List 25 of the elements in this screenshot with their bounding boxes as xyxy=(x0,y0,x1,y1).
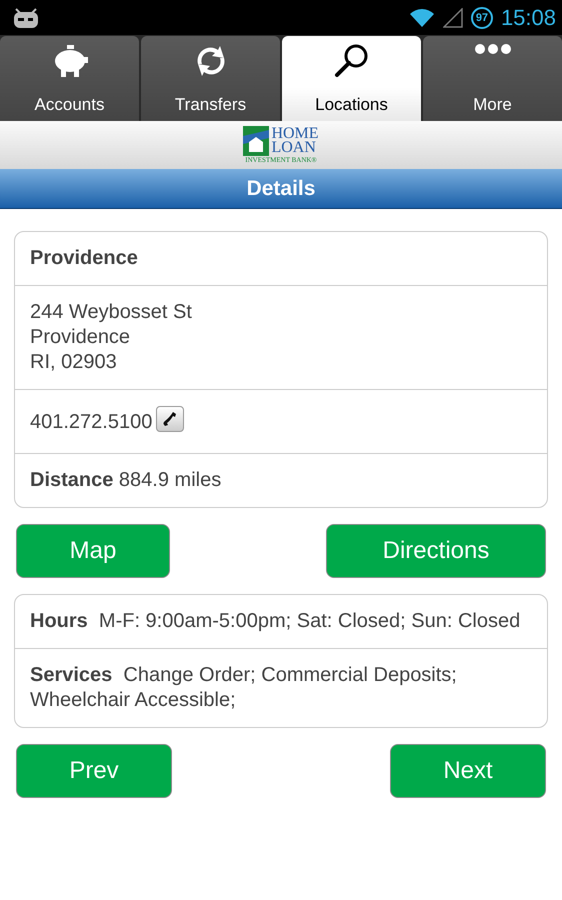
battery-indicator: 97 xyxy=(470,6,493,28)
tab[interactable]: Locations xyxy=(282,36,421,121)
house-icon xyxy=(243,126,270,156)
robot-icon xyxy=(12,6,40,28)
tab[interactable]: More xyxy=(423,36,562,121)
tab[interactable]: Transfers xyxy=(141,36,280,121)
wifi-icon xyxy=(408,8,435,28)
signal-icon xyxy=(442,8,463,28)
info-text: Services Change Order; Commercial Deposits; Wheelchair Accessible; xyxy=(30,664,457,711)
search-icon xyxy=(332,42,370,80)
logo-text: HOME xyxy=(271,127,319,141)
call-button[interactable] xyxy=(156,406,184,432)
address-line: 244 Weybosset St xyxy=(30,300,193,325)
distance-text: Distance 884.9 miles xyxy=(30,469,222,491)
page-title: Details xyxy=(246,176,316,200)
logo-text: LOAN xyxy=(271,141,317,155)
phone-icon xyxy=(162,410,178,426)
info-text: Hours M-F: 9:00am-5:00pm; Sat: Closed; Sun: Closed xyxy=(30,610,520,632)
more-icon xyxy=(474,42,512,56)
address-line: RI, 02903 xyxy=(30,350,118,375)
tab[interactable]: Accounts xyxy=(0,36,139,121)
location-name: Providence xyxy=(30,247,138,269)
clock-time: 15:08 xyxy=(500,4,556,30)
address-line: Providence xyxy=(30,325,132,350)
phone-number: 401.272.5100 xyxy=(30,410,152,435)
